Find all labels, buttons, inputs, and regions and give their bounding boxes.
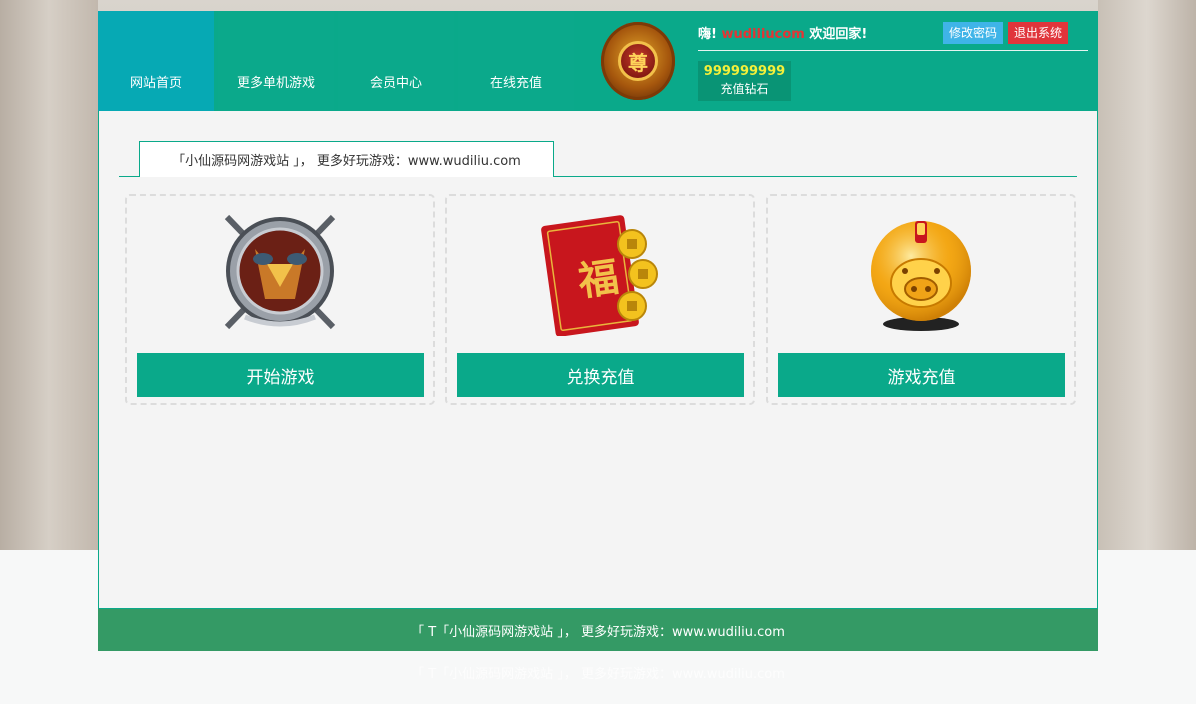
greeting: 嗨! wudiliucom 欢迎回家! (698, 23, 867, 42)
background-left (0, 0, 98, 550)
card-game-recharge: 游戏充值 (766, 194, 1076, 405)
nav-item-member-center[interactable]: 会员中心 (338, 11, 454, 111)
header: 网站首页 更多单机游戏 会员中心 在线充值 尊 嗨! wudiliucom 欢迎… (98, 11, 1098, 111)
card-exchange-recharge: 福 兑换充值 (445, 194, 755, 405)
main-nav: 网站首页 更多单机游戏 会员中心 在线充值 (98, 11, 578, 111)
vip-badge-text: 尊 (618, 41, 658, 81)
background-right (1098, 0, 1196, 550)
main-panel: 「小仙源码网游戏站 」， 更多好玩游戏：www.wudiliu.com 开始游戏 (98, 111, 1098, 609)
nav-item-recharge[interactable]: 在线充值 (458, 11, 574, 111)
divider (698, 50, 1088, 51)
diamond-label: 充值钻石 (720, 82, 769, 96)
tab-site-title[interactable]: 「小仙源码网游戏站 」， 更多好玩游戏：www.wudiliu.com (139, 141, 554, 177)
card-start-game: 开始游戏 (125, 194, 435, 405)
exchange-recharge-button[interactable]: 兑换充值 (457, 353, 744, 397)
user-panel: 嗨! wudiliucom 欢迎回家! 修改密码 退出系统 999999999 … (698, 11, 1088, 111)
logout-button[interactable]: 退出系统 (1008, 22, 1069, 44)
vip-avatar: 尊 (578, 11, 698, 111)
diamond-balance: 999999999 充值钻石 (698, 61, 791, 101)
username: wudiliucom (721, 27, 805, 42)
footer: 「 T「小仙源码网游戏站 」， 更多好玩游戏：www.wudiliu.com (98, 609, 1098, 651)
golden-piggy-bank-icon (871, 220, 971, 331)
fu-character: 福 (574, 253, 621, 305)
nav-item-home[interactable]: 网站首页 (98, 11, 214, 111)
diamond-value: 999999999 (703, 64, 786, 79)
crossed-swords-emblem-icon (224, 214, 336, 329)
game-recharge-button[interactable]: 游戏充值 (778, 353, 1065, 397)
greeting-suffix: 欢迎回家! (809, 27, 868, 42)
start-game-button[interactable]: 开始游戏 (137, 353, 424, 397)
nav-item-more-games[interactable]: 更多单机游戏 (218, 11, 334, 111)
greeting-prefix: 嗨! (698, 27, 717, 42)
vip-badge-icon: 尊 (601, 22, 675, 100)
change-password-button[interactable]: 修改密码 (943, 22, 1004, 44)
footer-ghost-text: 「 T「小仙源码网游戏站 」， 更多好玩游戏：www.wudiliu.com (411, 666, 785, 682)
red-envelope-fu-icon: 福 (541, 215, 658, 336)
